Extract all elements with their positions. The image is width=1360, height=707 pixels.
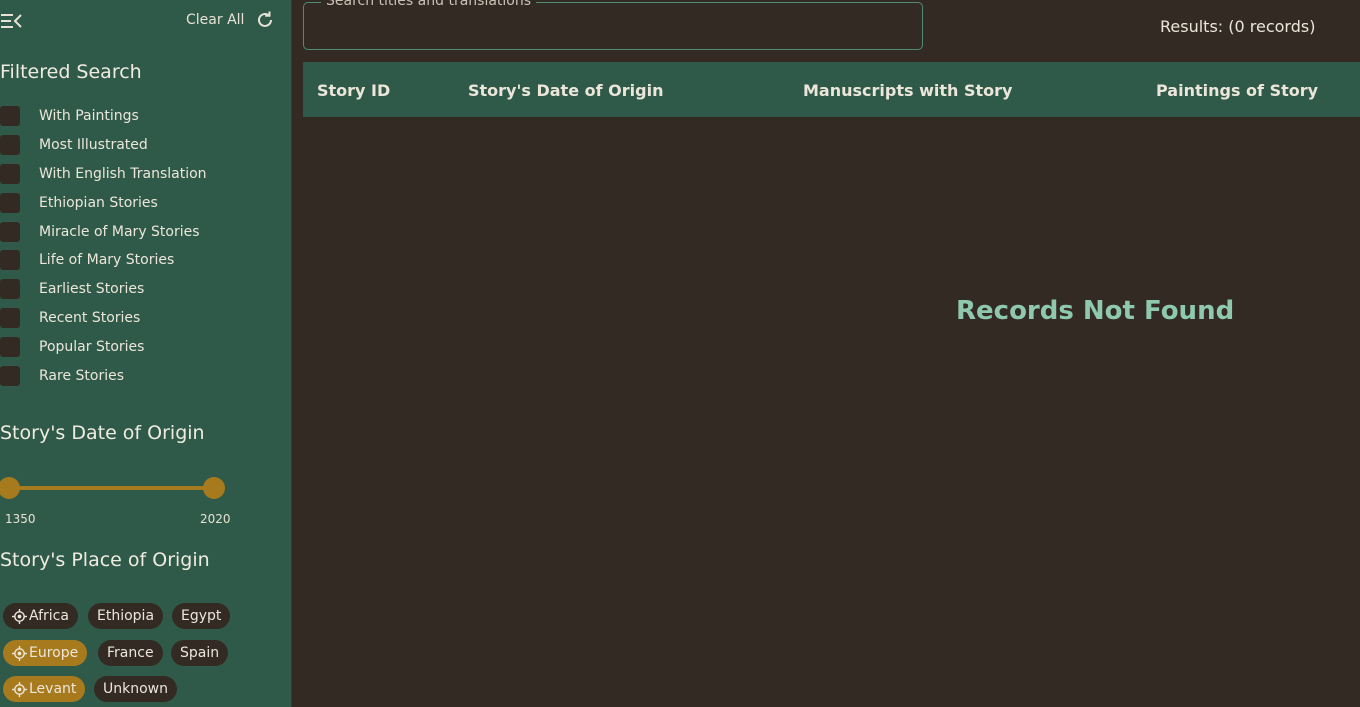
search-input[interactable]: [318, 17, 908, 41]
chip-label: Levant: [29, 681, 77, 697]
filter-label: Miracle of Mary Stories: [39, 223, 200, 240]
filter-sidebar: Clear All Filtered Search With Paintings…: [0, 0, 292, 707]
filter-most-illustrated[interactable]: Most Illustrated: [0, 131, 207, 160]
column-paintings[interactable]: Paintings of Story: [1156, 81, 1318, 100]
chip-label: Egypt: [181, 608, 222, 624]
chip-label: Europe: [29, 645, 79, 661]
clear-all-button[interactable]: Clear All: [186, 12, 244, 28]
filter-label: Earliest Stories: [39, 281, 145, 298]
filter-english-translation[interactable]: With English Translation: [0, 160, 207, 189]
checkbox[interactable]: [0, 135, 20, 156]
chip-label: Spain: [180, 645, 220, 661]
filter-rare-stories[interactable]: Rare Stories: [0, 361, 207, 390]
checkbox[interactable]: [0, 163, 20, 184]
filter-label: Life of Mary Stories: [39, 252, 175, 269]
filter-list: With Paintings Most Illustrated With Eng…: [0, 102, 207, 390]
filter-ethiopian-stories[interactable]: Ethiopian Stories: [0, 188, 207, 217]
column-manuscripts[interactable]: Manuscripts with Story: [803, 81, 1012, 100]
location-target-icon: [12, 645, 27, 661]
records-not-found-message: Records Not Found: [956, 296, 1235, 326]
filter-label: With English Translation: [39, 165, 207, 182]
place-chip-spain[interactable]: Spain: [171, 640, 229, 666]
filter-life-of-mary[interactable]: Life of Mary Stories: [0, 246, 207, 275]
checkbox[interactable]: [0, 365, 20, 386]
chip-label: Africa: [29, 608, 69, 624]
chip-label: Ethiopia: [97, 608, 155, 624]
filtered-search-title: Filtered Search: [0, 61, 142, 83]
collapse-menu-icon[interactable]: [0, 11, 22, 31]
filter-popular-stories[interactable]: Popular Stories: [0, 332, 207, 361]
place-chip-france[interactable]: France: [98, 640, 163, 666]
location-target-icon: [12, 681, 27, 697]
refresh-icon[interactable]: [255, 10, 275, 30]
place-chip-egypt[interactable]: Egypt: [172, 603, 231, 629]
date-max-value: 2020: [200, 512, 231, 526]
filter-miracle-of-mary[interactable]: Miracle of Mary Stories: [0, 217, 207, 246]
filter-label: Rare Stories: [39, 367, 125, 384]
place-chip-africa[interactable]: Africa: [3, 603, 78, 629]
filter-label: Popular Stories: [39, 338, 145, 355]
checkbox[interactable]: [0, 192, 20, 213]
search-label: Search titles and translations: [321, 0, 537, 9]
date-slider-max-handle[interactable]: [203, 477, 225, 499]
place-chip-levant[interactable]: Levant: [3, 676, 86, 702]
filter-label: Recent Stories: [39, 309, 141, 326]
date-of-origin-title: Story's Date of Origin: [0, 422, 205, 444]
place-chip-ethiopia[interactable]: Ethiopia: [88, 603, 164, 629]
checkbox[interactable]: [0, 307, 20, 328]
filter-label: Ethiopian Stories: [39, 194, 158, 211]
place-of-origin-title: Story's Place of Origin: [0, 549, 210, 571]
date-slider-min-handle[interactable]: [0, 477, 20, 499]
filter-label: With Paintings: [39, 108, 139, 125]
table-header: Story ID Story's Date of Origin Manuscri…: [303, 62, 1360, 117]
date-min-value: 1350: [5, 512, 36, 526]
filter-earliest-stories[interactable]: Earliest Stories: [0, 275, 207, 304]
checkbox[interactable]: [0, 221, 20, 242]
checkbox[interactable]: [0, 336, 20, 357]
chip-label: Unknown: [103, 681, 168, 697]
place-chip-europe[interactable]: Europe: [3, 640, 88, 666]
search-field[interactable]: Search titles and translations: [303, 0, 923, 50]
filter-recent-stories[interactable]: Recent Stories: [0, 304, 207, 333]
checkbox[interactable]: [0, 250, 20, 271]
chip-label: France: [107, 645, 154, 661]
date-slider-track[interactable]: [9, 486, 214, 490]
location-target-icon: [12, 608, 27, 624]
filter-label: Most Illustrated: [39, 137, 148, 154]
column-date-of-origin[interactable]: Story's Date of Origin: [468, 81, 663, 100]
checkbox[interactable]: [0, 106, 20, 127]
column-story-id[interactable]: Story ID: [317, 81, 390, 100]
filter-with-paintings[interactable]: With Paintings: [0, 102, 207, 131]
checkbox[interactable]: [0, 279, 20, 300]
place-chip-unknown[interactable]: Unknown: [94, 676, 177, 702]
results-count: Results: (0 records): [1160, 17, 1316, 36]
